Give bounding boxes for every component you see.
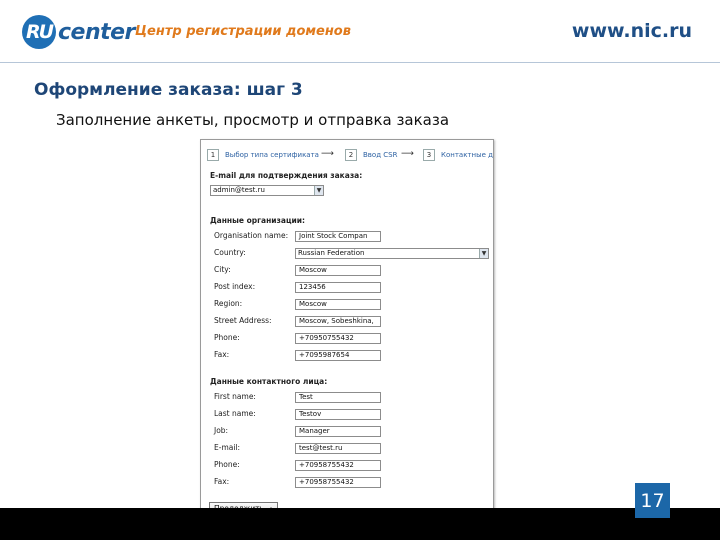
step-3-label[interactable]: Контактные д [441,151,493,159]
footer-bar [0,508,720,540]
region-label: Region: [214,299,243,308]
chevron-down-icon: ▼ [314,186,323,195]
country-select[interactable]: Russian Federation ▼ [295,248,489,259]
logo-badge: RU [22,15,56,49]
header-divider [0,62,720,63]
city-label: City: [214,265,231,274]
org-fax-label: Fax: [214,350,230,359]
step-2-label[interactable]: Ввод CSR [363,151,397,159]
order-form-screenshot: 1 Выбор типа сертификата ⟶ 2 Ввод CSR ⟶ … [200,139,494,528]
region-field[interactable]: Moscow [295,299,381,310]
first-name-field[interactable]: Test [295,392,381,403]
street-address-label: Street Address: [214,316,272,325]
step-3-number: 3 [423,149,435,161]
step-1-number: 1 [207,149,219,161]
org-fax-field[interactable]: +7095987654 [295,350,381,361]
first-name-label: First name: [214,392,256,401]
street-address-field[interactable]: Moscow, Sobeshkina, [295,316,381,327]
ru-center-logo[interactable]: RU center [22,14,135,50]
org-phone-label: Phone: [214,333,240,342]
email-select[interactable]: admin@test.ru ▼ [210,185,324,196]
arrow-right-icon: ⟶ [401,149,414,159]
contact-fax-field[interactable]: +70958755432 [295,477,381,488]
chevron-down-icon: ▼ [479,249,488,258]
site-url[interactable]: www.nic.ru [572,20,692,42]
last-name-label: Last name: [214,409,256,418]
city-field[interactable]: Moscow [295,265,381,276]
header: RU center Центр регистрации доменов www.… [0,0,720,64]
step-2-number: 2 [345,149,357,161]
email-heading: E-mail для подтверждения заказа: [210,171,363,180]
post-index-label: Post index: [214,282,256,291]
last-name-field[interactable]: Testov [295,409,381,420]
country-label: Country: [214,248,246,257]
org-name-field[interactable]: Joint Stock Compan [295,231,381,242]
org-name-label: Organisation name: [214,231,289,240]
page-number-badge: 17 [635,483,670,518]
slide-title: Оформление заказа: шаг 3 [34,80,303,100]
step-1-label[interactable]: Выбор типа сертификата [225,151,319,159]
contact-email-label: E-mail: [214,443,241,452]
org-phone-field[interactable]: +70950755432 [295,333,381,344]
contact-email-field[interactable]: test@test.ru [295,443,381,454]
step-indicator: 1 Выбор типа сертификата ⟶ 2 Ввод CSR ⟶ … [205,149,493,163]
country-select-value: Russian Federation [298,249,365,257]
email-select-value: admin@test.ru [213,186,265,194]
contact-fax-label: Fax: [214,477,230,486]
contact-heading: Данные контактного лица: [210,377,328,386]
job-field[interactable]: Manager [295,426,381,437]
post-index-field[interactable]: 123456 [295,282,381,293]
contact-phone-label: Phone: [214,460,240,469]
org-heading: Данные организации: [210,216,306,225]
contact-phone-field[interactable]: +70958755432 [295,460,381,471]
job-label: Job: [214,426,229,435]
tagline: Центр регистрации доменов [135,24,351,39]
logo-text: center [58,19,135,45]
arrow-right-icon: ⟶ [321,149,334,159]
slide-subtitle: Заполнение анкеты, просмотр и отправка з… [56,111,450,129]
